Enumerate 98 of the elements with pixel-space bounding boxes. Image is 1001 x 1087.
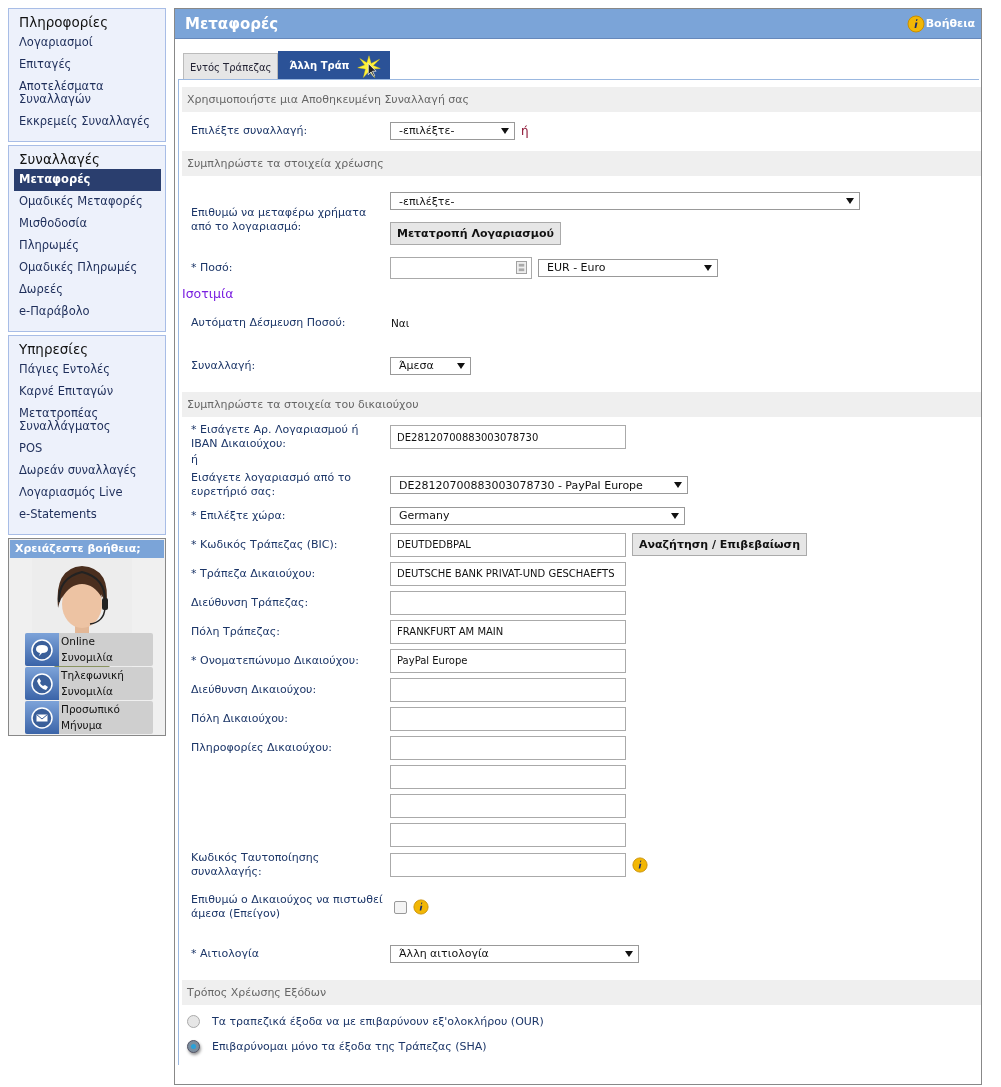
menu-item[interactable]: Μετατροπέας Συναλλάγματος — [14, 403, 161, 438]
tab[interactable]: Άλλη Τράπ — [278, 51, 391, 79]
input-field[interactable] — [390, 735, 626, 760]
currency-dropdown[interactable]: EUR - Euro — [538, 258, 718, 277]
field-label: * Αιτιολογία — [191, 946, 260, 960]
field-label: * Ποσό: — [191, 260, 233, 274]
info-icon — [906, 14, 925, 33]
field-label: * Τράπεζα Δικαιούχου: — [191, 566, 316, 580]
field-label: * Επιλέξτε χώρα: — [191, 508, 286, 522]
field-label: * Κωδικός Τράπεζας (BIC): — [191, 537, 338, 551]
menu-item[interactable]: Μεταφορές — [14, 169, 161, 191]
menu-item[interactable]: Πάγιες Εντολές — [14, 359, 161, 381]
input-field[interactable]: PayPal Europe — [390, 648, 626, 673]
field-label: Κωδικός Ταυτοποίησης συναλλαγής: — [191, 851, 320, 878]
menu-item[interactable]: Λογαριασμός Live — [14, 482, 161, 504]
field-label: Διεύθυνση Δικαιούχου: — [191, 682, 317, 696]
menu-item[interactable]: Ομαδικές Μεταφορές — [14, 191, 161, 213]
field-label: * Ονοματεπώνυμο Δικαιούχου: — [191, 653, 359, 667]
click-highlight-icon — [357, 55, 382, 79]
menu-item[interactable]: Αποτελέσματα Συναλλαγών — [14, 76, 161, 111]
speech-bubble-icon — [31, 638, 53, 661]
input-field[interactable]: DEUTDEDBPAL — [390, 532, 626, 557]
or-text: ή — [521, 123, 529, 138]
menu-item[interactable]: Ομαδικές Πληρωμές — [14, 257, 161, 279]
page-title: Μεταφορές — [185, 14, 279, 33]
rate-link[interactable]: Ισοτιμία — [182, 286, 234, 301]
help-heading: Χρειάζεστε βοήθεια; — [10, 540, 164, 558]
field-label: Πληροφορίες Δικαιούχου: — [191, 740, 332, 754]
menu-item[interactable]: e-Statements — [14, 504, 161, 526]
input-field[interactable] — [390, 822, 626, 847]
caret-icon — [704, 263, 712, 272]
menu-heading: Πληροφορίες — [18, 14, 110, 32]
input-field[interactable] — [390, 793, 626, 818]
menu-item[interactable]: POS — [14, 438, 161, 460]
dropdown[interactable]: Άμεσα — [390, 356, 471, 375]
input-field[interactable] — [390, 590, 626, 615]
input-field[interactable] — [390, 764, 626, 789]
field-label: Εισάγετε λογαριασμό από το ευρετήριό σας: — [191, 471, 352, 498]
menu-item[interactable]: e-Παράβολο — [14, 301, 161, 323]
field-label: ή — [191, 453, 198, 466]
contact-button[interactable]: Προσωπικό Μήνυμα — [25, 701, 153, 734]
contact-button[interactable]: Online Συνομιλία — [25, 633, 153, 666]
menu-item[interactable]: Λογαριασμοί — [14, 32, 161, 54]
input-field[interactable] — [390, 706, 626, 731]
input-field[interactable]: DEUTSCHE BANK PRIVAT-UND GESCHAEFTS — [390, 561, 626, 586]
section-heading: Τρόπος Χρέωσης Εξόδων — [182, 980, 981, 1005]
field-label: Επιλέξτε συναλλαγή: — [191, 123, 308, 137]
info-icon[interactable] — [632, 857, 648, 873]
menu-heading: Υπηρεσίες — [18, 341, 90, 359]
checkbox[interactable] — [394, 900, 407, 914]
input-field[interactable] — [390, 853, 626, 877]
tab[interactable]: Εντός Τράπεζας — [183, 53, 279, 79]
field-value: Ναι — [390, 316, 410, 329]
caret-icon — [674, 481, 682, 489]
phone-icon — [31, 672, 53, 695]
search-verify-button[interactable]: Αναζήτηση / Επιβεβαίωση — [632, 533, 807, 556]
field-label: * Εισάγετε Αρ. Λογαριασμού ή IBAN Δικαιούχου: — [191, 423, 359, 450]
caret-icon — [846, 197, 854, 205]
input-field[interactable]: FRANKFURT AM MAIN — [390, 619, 626, 644]
field-label: Πόλη Τράπεζας: — [191, 624, 280, 638]
menu-item[interactable]: Δωρεάν συναλλαγές — [14, 460, 161, 482]
menu-item[interactable]: Εκκρεμείς Συναλλαγές — [14, 111, 161, 133]
envelope-icon — [31, 706, 53, 729]
radio-label: Επιβαρύνομαι μόνο τα έξοδα της Τράπεζας (SHA) — [212, 1040, 487, 1053]
radio-button[interactable] — [187, 1015, 200, 1028]
dropdown[interactable]: -επιλέξτε- — [390, 121, 515, 140]
section-heading: Χρησιμοποιήστε μια Αποθηκευμένη Συναλλαγή σας — [182, 87, 981, 112]
convert-account-button[interactable]: Μετατροπή Λογαριασμού — [390, 222, 561, 245]
field-label: Διεύθυνση Τράπεζας: — [191, 595, 309, 609]
contact-button[interactable]: Τηλεφωνική Συνομιλία — [25, 667, 153, 700]
calculator-icon — [516, 261, 527, 274]
dropdown[interactable]: -επιλέξτε- — [390, 192, 860, 210]
menu-heading: Συναλλαγές — [18, 151, 101, 169]
section-heading: Συμπληρώστε τα στοιχεία του δικαιούχου — [182, 392, 981, 417]
menu-item[interactable]: Καρνέ Επιταγών — [14, 381, 161, 403]
input-field[interactable]: DE28120700883003078730 — [390, 425, 626, 449]
menu-item[interactable]: Μισθοδοσία — [14, 213, 161, 235]
dropdown[interactable]: Άλλη αιτιολογία — [390, 944, 639, 963]
amount-field[interactable] — [390, 256, 532, 279]
menu-item[interactable]: Πληρωμές — [14, 235, 161, 257]
menu-item[interactable]: Δωρεές — [14, 279, 161, 301]
caret-icon — [671, 511, 679, 520]
radio-label: Τα τραπεζικά έξοδα να με επιβαρύνουν εξ'ολοκλήρου (OUR) — [212, 1015, 544, 1028]
dropdown[interactable]: Germany — [390, 506, 685, 525]
caret-icon — [501, 126, 509, 135]
field-label: Πόλη Δικαιούχου: — [191, 711, 288, 725]
radio-button[interactable] — [187, 1040, 200, 1053]
menu-item[interactable]: Επιταγές — [14, 54, 161, 76]
field-label: Συναλλαγή: — [191, 358, 256, 372]
input-field[interactable] — [390, 677, 626, 702]
field-label: Επιθυμώ να μεταφέρω χρήματα από το λογαριασμό: — [191, 206, 367, 233]
section-heading: Συμπληρώστε τα στοιχεία χρέωσης — [182, 151, 981, 176]
dropdown[interactable]: DE28120700883003078730 - PayPal Europe — [390, 476, 688, 494]
caret-icon — [625, 949, 633, 958]
field-label: Αυτόματη Δέσμευση Ποσού: — [191, 315, 346, 329]
info-icon[interactable] — [413, 899, 429, 915]
caret-icon — [457, 361, 465, 370]
field-label: Επιθυμώ ο Δικαιούχος να πιστωθεί άμεσα (Επείγον) — [191, 893, 383, 920]
